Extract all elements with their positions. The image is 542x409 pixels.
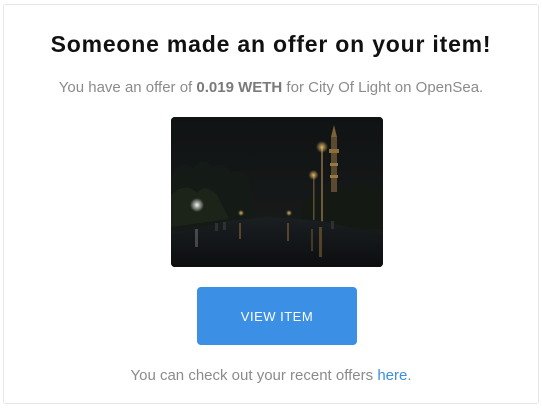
footer-text: You can check out your recent offers her… — [4, 367, 538, 384]
offer-prefix: You have an offer of — [58, 79, 197, 96]
recent-offers-link[interactable]: here — [377, 367, 407, 384]
night-street-picture — [171, 117, 383, 267]
view-item-button[interactable]: VIEW ITEM — [197, 287, 357, 345]
offer-suffix: for City Of Light on OpenSea. — [282, 79, 484, 96]
offer-description: You have an offer of 0.019 WETH for City… — [4, 79, 538, 96]
email-card: Someone made an offer on your item! You … — [3, 4, 539, 404]
item-image[interactable] — [171, 117, 383, 267]
footer-prefix: You can check out your recent offers — [130, 367, 378, 384]
offer-amount: 0.019 WETH — [196, 79, 283, 96]
footer-suffix: . — [407, 367, 412, 384]
email-title: Someone made an offer on your item! — [50, 31, 492, 57]
